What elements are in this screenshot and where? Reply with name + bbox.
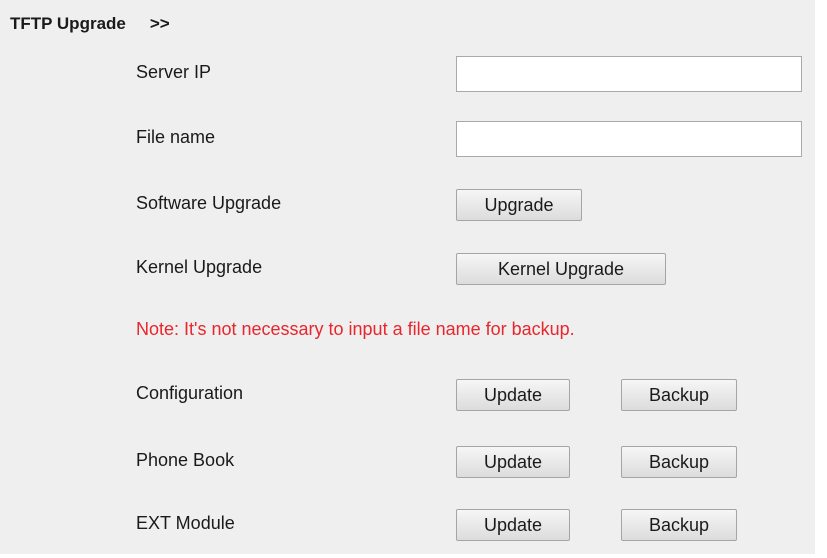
ext-module-backup-button[interactable]: Backup <box>621 509 737 541</box>
ext-module-update-button[interactable]: Update <box>456 509 570 541</box>
server-ip-input[interactable] <box>456 56 802 92</box>
configuration-update-button[interactable]: Update <box>456 379 570 411</box>
software-upgrade-label: Software Upgrade <box>136 193 282 213</box>
configuration-label: Configuration <box>136 383 244 403</box>
backup-note: Note: It's not necessary to input a file… <box>136 319 575 339</box>
phone-book-backup-button[interactable]: Backup <box>621 446 737 478</box>
section-arrows: >> <box>149 14 170 33</box>
kernel-upgrade-label: Kernel Upgrade <box>136 257 263 277</box>
configuration-backup-button[interactable]: Backup <box>621 379 737 411</box>
tftp-upgrade-panel: TFTP Upgrade >> Server IP File name Softw… <box>0 0 815 554</box>
section-title-text: TFTP Upgrade <box>10 14 126 33</box>
server-ip-label: Server IP <box>136 62 212 82</box>
section-title: TFTP Upgrade >> <box>10 14 170 34</box>
kernel-upgrade-button[interactable]: Kernel Upgrade <box>456 253 666 285</box>
upgrade-button[interactable]: Upgrade <box>456 189 582 221</box>
phone-book-label: Phone Book <box>136 450 235 470</box>
ext-module-label: EXT Module <box>136 513 235 533</box>
file-name-label: File name <box>136 127 216 147</box>
file-name-input[interactable] <box>456 121 802 157</box>
phone-book-update-button[interactable]: Update <box>456 446 570 478</box>
